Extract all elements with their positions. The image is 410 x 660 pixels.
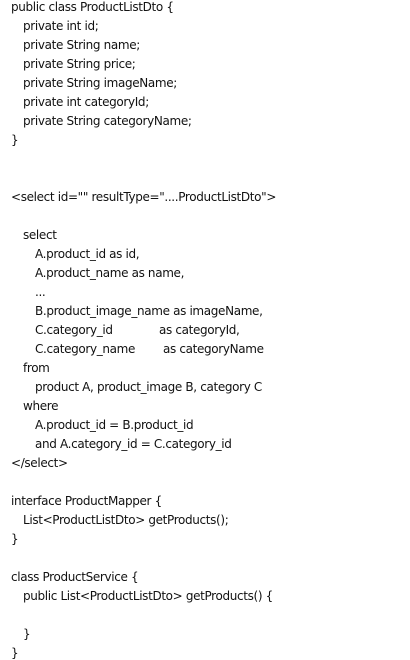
field-id: private int id; [23, 19, 99, 33]
class-declaration: public class ProductListDto { [11, 0, 174, 14]
sql-from-keyword: from [23, 361, 50, 375]
sql-column-category-name: C.category_name [35, 342, 136, 356]
sql-alias-category-name: as categoryName [163, 342, 264, 356]
service-class-close-brace: } [11, 646, 19, 660]
sql-from-tables: product A, product_image B, category C [35, 380, 262, 394]
sql-column-image-name: B.product_image_name as imageName, [35, 304, 263, 318]
select-close-tag: </select> [11, 456, 68, 470]
sql-column-name: A.product_name as name, [35, 266, 185, 280]
sql-column-category-id: C.category_id [35, 323, 113, 337]
sql-where-condition-2: and A.category_id = C.category_id [35, 437, 232, 451]
interface-close-brace: } [11, 532, 19, 546]
field-name: private String name; [23, 38, 140, 52]
field-image-name: private String imageName; [23, 76, 177, 90]
service-method: public List<ProductListDto> getProducts(… [23, 589, 273, 603]
sql-alias-category-id: as categoryId, [159, 323, 240, 337]
service-class-declaration: class ProductService { [11, 570, 139, 584]
field-price: private String price; [23, 57, 136, 71]
sql-where-condition-1: A.product_id = B.product_id [35, 418, 194, 432]
sql-where-keyword: where [23, 399, 59, 413]
sql-ellipsis: ... [35, 285, 46, 299]
sql-select-keyword: select [23, 228, 57, 242]
field-category-name: private String categoryName; [23, 114, 192, 128]
code-document: public class ProductListDto { private in… [0, 0, 410, 660]
select-open-tag: <select id="" resultType="....ProductLis… [11, 190, 277, 204]
sql-column-id: A.product_id as id, [35, 247, 140, 261]
class-close-brace: } [11, 133, 19, 147]
mapper-method: List<ProductListDto> getProducts(); [23, 513, 229, 527]
field-category-id: private int categoryId; [23, 95, 149, 109]
service-method-close-brace: } [23, 627, 31, 641]
interface-declaration: interface ProductMapper { [11, 494, 162, 508]
